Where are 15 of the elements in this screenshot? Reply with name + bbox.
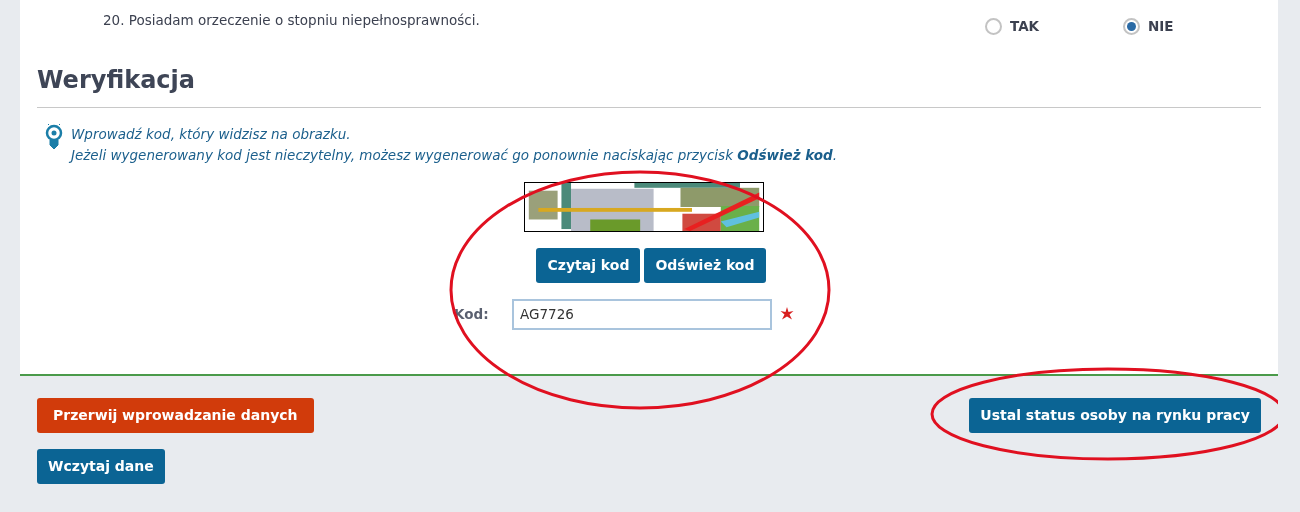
radio-label: TAK <box>1010 16 1040 36</box>
radio-button[interactable] <box>1123 17 1140 35</box>
section-title: Weryfikacja <box>37 66 1261 108</box>
question-text: 20. Posiadam orzeczenie o stopniu niepełnosprawności. <box>103 11 481 30</box>
radio-label: NIE <box>1148 16 1174 36</box>
hint-text: Jeżeli wygenerowany kod jest nieczytelny, możesz wygenerować go ponownie naciskając przycisk Odśwież kod. <box>71 145 837 165</box>
code-input-field[interactable]: AG7726 <box>512 298 772 330</box>
refresh-code-button[interactable]: Odśwież kod <box>644 247 766 283</box>
action-button[interactable]: Przerwij wprowadzanie danych <box>37 398 314 433</box>
action-button[interactable]: Ustal status osoby na rynku pracy <box>969 398 1261 433</box>
radio-button[interactable] <box>985 17 1002 35</box>
lightbulb-icon <box>45 123 63 150</box>
read-code-button[interactable]: Czytaj kod <box>536 247 641 283</box>
hint-text: Wprowadź kod, który widzisz na obrazku. <box>71 124 352 144</box>
action-button[interactable]: Wczytaj dane <box>37 449 165 484</box>
